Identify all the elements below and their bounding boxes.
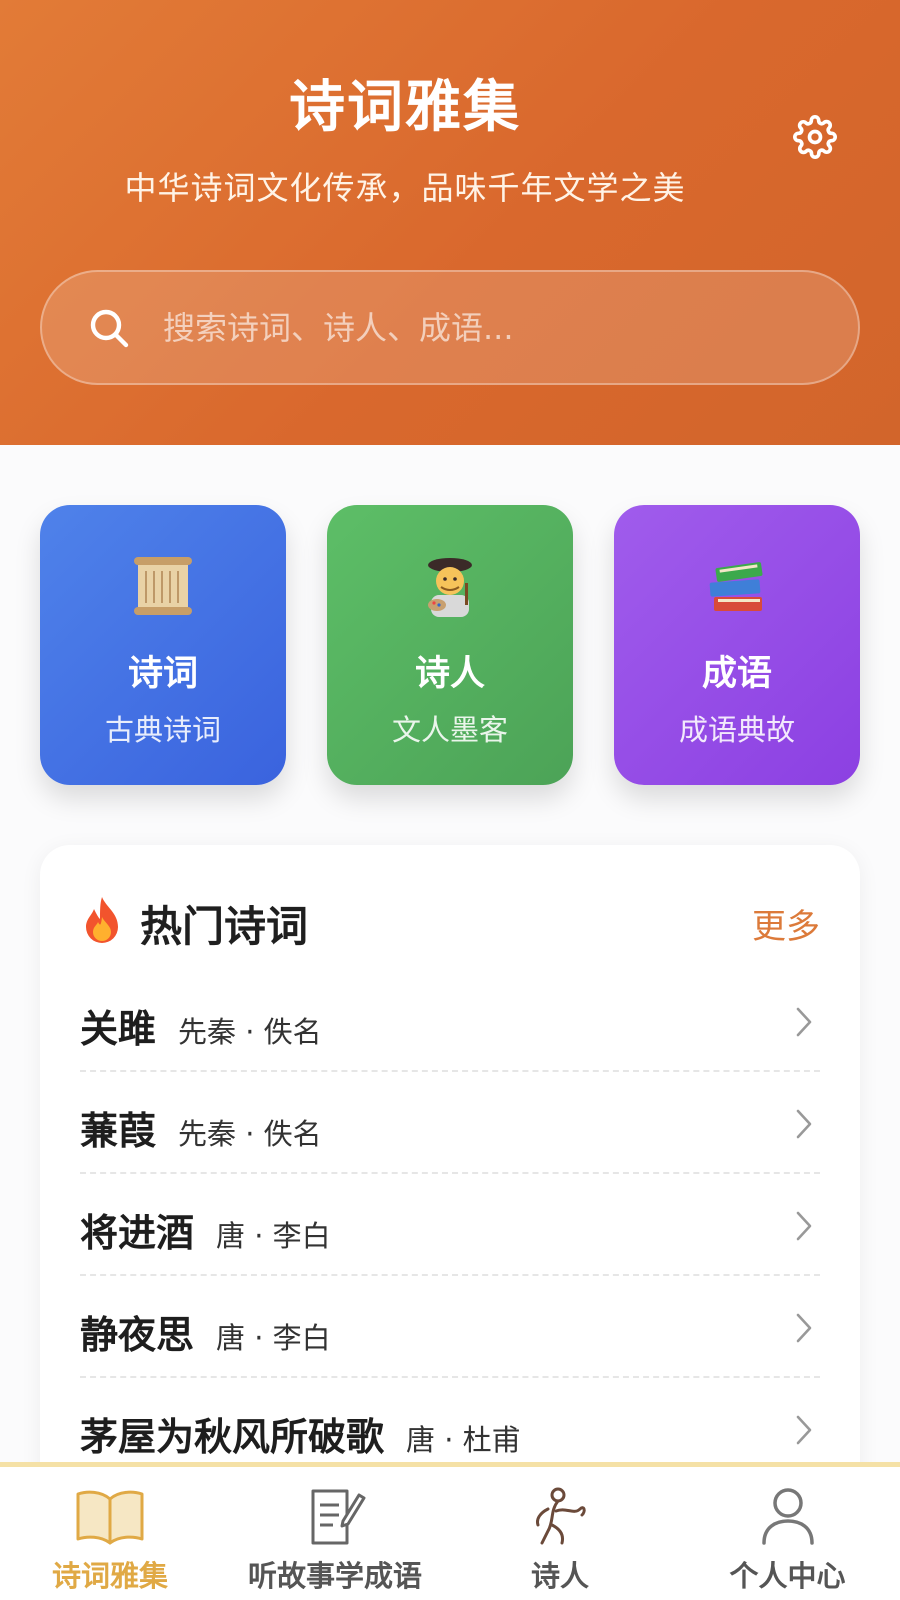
tab-home[interactable]: 诗词雅集 bbox=[25, 1485, 195, 1600]
more-link[interactable]: 更多 bbox=[752, 899, 820, 948]
poem-title: 茅屋为秋风所破歌 bbox=[80, 1415, 385, 1459]
poet-figure-icon bbox=[536, 1487, 586, 1545]
poem-list-item[interactable]: 静夜思唐 · 李白 bbox=[80, 1276, 820, 1378]
poem-title: 将进酒 bbox=[80, 1211, 195, 1255]
poem-list-item[interactable]: 关雎 先秦 · 佚名 bbox=[80, 970, 820, 1072]
category-title: 成语 bbox=[701, 654, 772, 694]
category-title: 诗词 bbox=[127, 654, 198, 694]
poem-title: 蒹葭 bbox=[80, 1109, 157, 1153]
category-card-poems[interactable]: 诗词 古典诗词 bbox=[40, 505, 286, 785]
hot-poems-panel: 热门诗词 更多 关雎 先秦 · 佚名 蒹葭 先秦 · 佚名 将进酒唐 · 李白 静夜… bbox=[40, 845, 860, 1565]
tab-idiom-stories[interactable]: 听故事学成语 bbox=[235, 1485, 435, 1600]
poem-list-item[interactable]: 将进酒唐 · 李白 bbox=[80, 1174, 820, 1276]
poem-meta: 先秦 · 佚名 bbox=[178, 1015, 322, 1049]
header: 诗词雅集 中华诗词文化传承，品味千年文学之美 bbox=[0, 0, 900, 445]
tab-profile[interactable]: 个人中心 bbox=[700, 1485, 875, 1600]
poem-title: 关雎 bbox=[80, 1007, 157, 1051]
poem-meta: 唐 · 李白 bbox=[216, 1219, 331, 1253]
hot-poems-title: 热门诗词 bbox=[140, 902, 309, 951]
app-title: 诗词雅集 bbox=[289, 75, 521, 140]
search-icon bbox=[90, 309, 129, 347]
poem-title: 静夜思 bbox=[80, 1313, 195, 1357]
search-bar[interactable] bbox=[40, 270, 860, 385]
scroll-icon bbox=[40, 553, 286, 623]
tab-poets[interactable]: 诗人 bbox=[480, 1485, 640, 1600]
chevron-right-icon bbox=[796, 1007, 812, 1037]
hot-poems-header: 热门诗词 更多 bbox=[80, 885, 820, 955]
settings-button[interactable] bbox=[790, 112, 840, 162]
chevron-right-icon bbox=[796, 1211, 812, 1241]
poem-meta: 唐 · 杜甫 bbox=[406, 1423, 521, 1457]
category-card-poets[interactable]: 诗人 文人墨客 bbox=[327, 505, 573, 785]
app-subtitle: 中华诗词文化传承，品味千年文学之美 bbox=[124, 169, 686, 207]
notepad-pen-icon bbox=[311, 1489, 366, 1545]
poem-meta: 先秦 · 佚名 bbox=[178, 1117, 322, 1151]
tab-label: 诗词雅集 bbox=[51, 1559, 168, 1593]
chevron-right-icon bbox=[796, 1109, 812, 1139]
user-icon bbox=[761, 1488, 814, 1545]
tab-label: 听故事学成语 bbox=[247, 1559, 422, 1593]
gear-icon bbox=[793, 115, 837, 159]
fire-icon bbox=[86, 897, 118, 943]
category-subtitle: 文人墨客 bbox=[391, 713, 508, 747]
category-title: 诗人 bbox=[414, 654, 485, 694]
books-icon bbox=[614, 553, 860, 623]
bottom-tab-bar: 诗词雅集 听故事学成语 诗人 个人中心 bbox=[0, 1462, 900, 1600]
tab-label: 诗人 bbox=[530, 1559, 589, 1593]
category-card-idioms[interactable]: 成语 成语典故 bbox=[614, 505, 860, 785]
artist-icon bbox=[327, 553, 573, 623]
poem-meta: 唐 · 李白 bbox=[216, 1321, 331, 1355]
chevron-right-icon bbox=[796, 1313, 812, 1343]
open-book-icon bbox=[76, 1490, 144, 1545]
category-subtitle: 成语典故 bbox=[678, 713, 795, 747]
tab-label: 个人中心 bbox=[729, 1559, 846, 1593]
poem-list-item[interactable]: 蒹葭 先秦 · 佚名 bbox=[80, 1072, 820, 1174]
search-input[interactable] bbox=[163, 272, 858, 383]
category-subtitle: 古典诗词 bbox=[104, 713, 221, 747]
chevron-right-icon bbox=[796, 1415, 812, 1445]
